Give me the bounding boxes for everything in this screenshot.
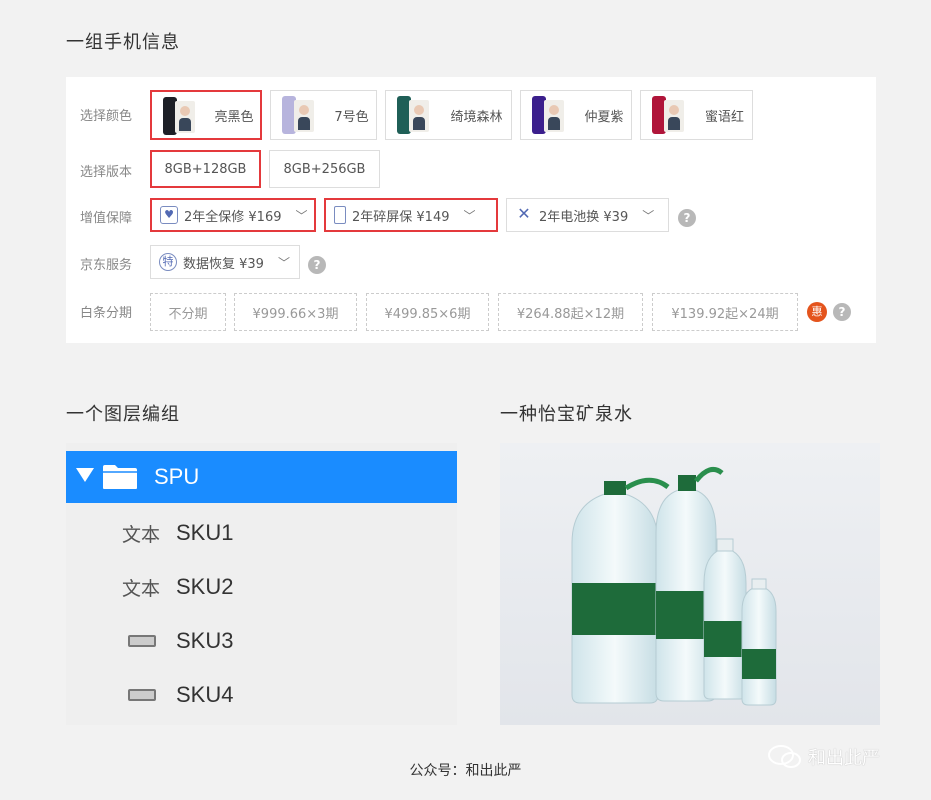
phone-thumbnail <box>646 95 686 135</box>
disclosure-triangle-icon[interactable] <box>76 468 94 482</box>
wechat-icon <box>768 745 801 768</box>
text-layer-icon: 文本 <box>122 523 161 546</box>
tools-icon: ✕ <box>517 204 531 223</box>
installment-12[interactable]: ¥264.88起×12期 <box>498 293 643 331</box>
version-option-256[interactable]: 8GB+256GB <box>269 150 380 188</box>
phone-thumbnail <box>157 96 197 136</box>
installment-24[interactable]: ¥139.92起×24期 <box>652 293 798 331</box>
color-option-purple[interactable]: 仲夏紫 <box>520 90 632 140</box>
water-bottles-photo <box>500 443 880 725</box>
layer-label: SKU2 <box>176 574 234 599</box>
folder-icon <box>103 465 137 489</box>
version-label: 选择版本 <box>80 165 133 180</box>
installment-3[interactable]: ¥999.66×3期 <box>234 293 357 331</box>
chevron-down-icon: ﹀ <box>277 255 290 270</box>
chevron-down-icon: ﹀ <box>642 208 655 223</box>
color-label: 选择颜色 <box>80 109 133 124</box>
rectangle-layer-icon <box>128 689 156 701</box>
color-option-7[interactable]: 7号色 <box>270 90 377 140</box>
layer-item-sku2[interactable]: 文本 SKU2 <box>66 560 457 614</box>
jd-service-label: 京东服务 <box>80 258 133 273</box>
discount-badge-icon: 惠 <box>807 302 827 322</box>
phone-screen-icon <box>334 206 346 224</box>
value-added-label: 增值保障 <box>80 211 133 226</box>
layer-label: SPU <box>154 464 200 489</box>
service-screen-protect[interactable]: 2年碎屏保 ¥149 ﹀ <box>324 198 498 232</box>
rectangle-layer-icon <box>128 635 156 647</box>
phone-section-title: 一组手机信息 <box>66 32 180 53</box>
wechat-watermark: 和出此严 <box>768 744 880 770</box>
layer-item-sku1[interactable]: 文本 SKU1 <box>66 506 457 560</box>
layer-group-spu[interactable]: SPU <box>66 451 457 503</box>
chevron-down-icon: ﹀ <box>295 208 308 223</box>
layer-tree: SPU 文本 SKU1 文本 SKU2 SKU3 SKU4 <box>66 443 457 725</box>
color-option-red[interactable]: 蜜语红 <box>640 90 753 140</box>
special-badge-icon: 特 <box>159 253 177 271</box>
layer-item-sku3[interactable]: SKU3 <box>66 614 457 668</box>
installment-none[interactable]: 不分期 <box>150 293 226 331</box>
installment-6[interactable]: ¥499.85×6期 <box>366 293 489 331</box>
text-layer-icon: 文本 <box>122 577 161 600</box>
phone-thumbnail <box>391 95 431 135</box>
watermark-text: 和出此严 <box>808 748 880 769</box>
shield-heart-icon: ♥ <box>160 206 178 224</box>
version-option-128[interactable]: 8GB+128GB <box>150 150 261 188</box>
water-section-title: 一种怡宝矿泉水 <box>500 404 633 425</box>
color-option-black[interactable]: 亮黑色 <box>150 90 262 140</box>
layer-label: SKU4 <box>176 682 234 707</box>
color-option-forest[interactable]: 绮境森林 <box>385 90 512 140</box>
service-full-warranty[interactable]: ♥ 2年全保修 ¥169 ﹀ <box>150 198 316 232</box>
help-icon[interactable]: ? <box>833 303 851 321</box>
layer-label: SKU1 <box>176 520 234 545</box>
layer-section-title: 一个图层编组 <box>66 404 180 425</box>
service-data-recovery[interactable]: 特 数据恢复 ¥39 ﹀ <box>150 245 300 279</box>
water-bottles-illustration <box>500 443 880 725</box>
help-icon[interactable]: ? <box>678 209 696 227</box>
help-icon[interactable]: ? <box>308 256 326 274</box>
product-options-panel: 选择颜色 亮黑色 7号色 绮境森林 仲夏紫 蜜语红 选择版本 8GB+128GB… <box>66 77 876 343</box>
layer-label: SKU3 <box>176 628 234 653</box>
installment-label: 白条分期 <box>80 306 133 321</box>
phone-thumbnail <box>276 95 316 135</box>
service-battery[interactable]: ✕ 2年电池换 ¥39 ﹀ <box>506 198 669 232</box>
layer-item-sku4[interactable]: SKU4 <box>66 668 457 722</box>
chevron-down-icon: ﹀ <box>463 208 476 223</box>
phone-thumbnail <box>526 95 566 135</box>
